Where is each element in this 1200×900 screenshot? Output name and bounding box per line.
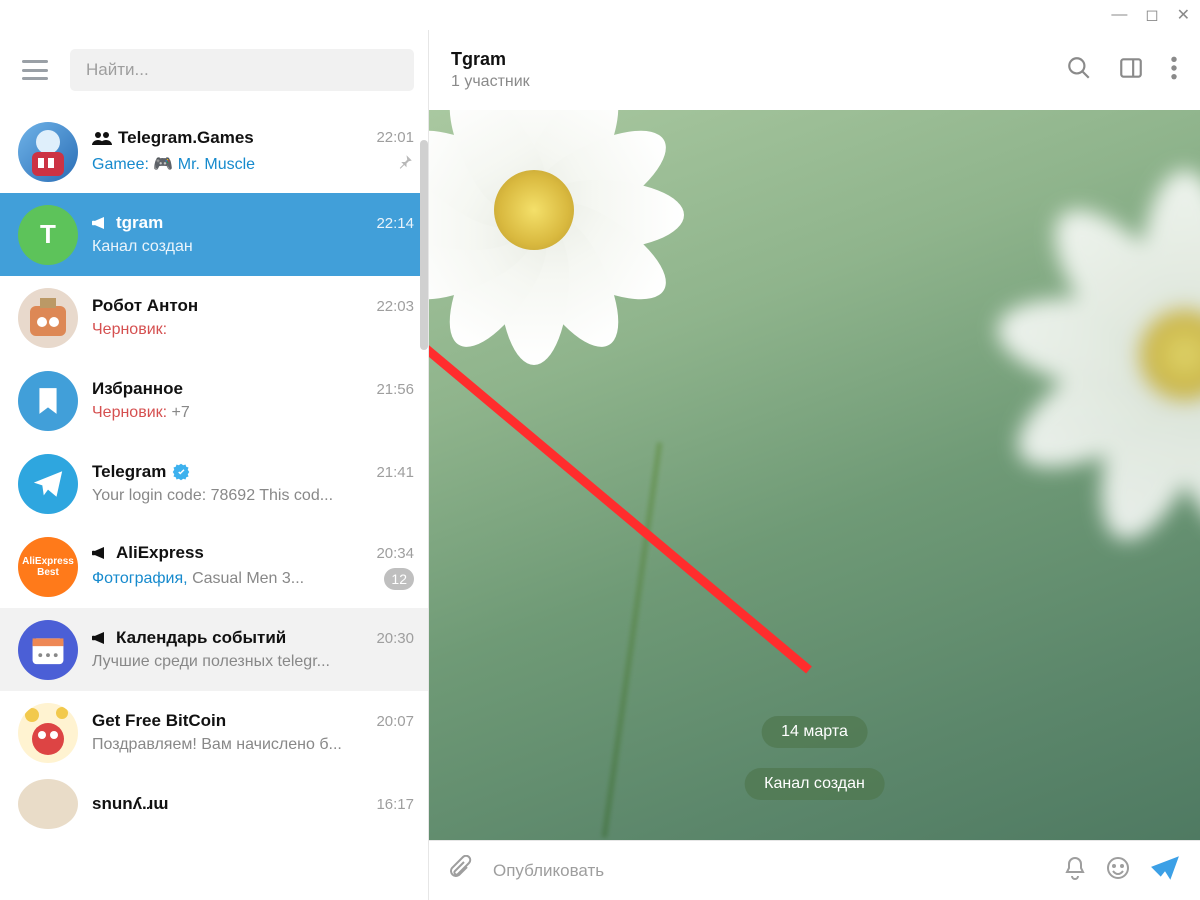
chat-title: Tgram bbox=[451, 49, 1040, 70]
chat-name: Get Free BitCoin bbox=[92, 711, 226, 731]
avatar bbox=[18, 288, 78, 348]
chat-item-tgram[interactable]: T tgram 22:14 Канал создан bbox=[0, 193, 428, 276]
chat-item-telegram[interactable]: Telegram 21:41 Your login code: 78692 Th… bbox=[0, 442, 428, 525]
chat-time: 22:14 bbox=[368, 215, 414, 232]
search-icon[interactable] bbox=[1066, 55, 1092, 86]
snippet-link: Mr. Muscle bbox=[178, 156, 255, 173]
chat-name: Telegram bbox=[92, 462, 166, 482]
chat-name: tgram bbox=[116, 213, 163, 233]
avatar bbox=[18, 703, 78, 763]
date-chip: 14 марта bbox=[761, 716, 868, 748]
minimize-button[interactable]: — bbox=[1111, 6, 1127, 24]
close-button[interactable]: ✕ bbox=[1177, 5, 1190, 25]
compose-input[interactable] bbox=[493, 861, 1044, 881]
avatar bbox=[18, 122, 78, 182]
megaphone-icon bbox=[92, 630, 110, 646]
avatar bbox=[18, 620, 78, 680]
avatar bbox=[18, 454, 78, 514]
chat-item-telegram-games[interactable]: Telegram.Games 22:01 Gamee: 🎮 Mr. Muscle bbox=[0, 110, 428, 193]
send-button[interactable] bbox=[1150, 855, 1180, 886]
chat-snippet: Лучшие среди полезных telegr... bbox=[92, 653, 330, 671]
chat-time: 20:34 bbox=[368, 545, 414, 562]
sidepanel-icon[interactable] bbox=[1118, 55, 1144, 86]
chat-name: Робот Антон bbox=[92, 296, 198, 316]
scrollbar[interactable] bbox=[420, 140, 428, 350]
draft-label: Черновик: bbox=[92, 404, 167, 421]
search-input[interactable] bbox=[70, 49, 414, 91]
more-icon[interactable] bbox=[1170, 55, 1178, 86]
chat-name: AliExpress bbox=[116, 543, 204, 563]
maximize-button[interactable]: ◻ bbox=[1145, 5, 1158, 25]
chat-item-snun[interactable]: snunʎ.ɹɯ 16:17 bbox=[0, 774, 428, 834]
unread-badge: 12 bbox=[384, 568, 414, 590]
chat-snippet: Casual Men 3... bbox=[192, 570, 304, 587]
chat-time: 16:17 bbox=[368, 796, 414, 813]
draft-label: Черновик: bbox=[92, 321, 167, 338]
attach-icon[interactable] bbox=[449, 855, 473, 886]
avatar bbox=[18, 371, 78, 431]
chat-item-robot-anton[interactable]: Робот Антон 22:03 Черновик: bbox=[0, 276, 428, 359]
conversation-pane: Tgram 1 участник bbox=[429, 30, 1200, 900]
avatar: AliExpress Best bbox=[18, 537, 78, 597]
pin-icon bbox=[396, 153, 414, 176]
chat-item-saved[interactable]: Избранное 21:56 Черновик: +7 bbox=[0, 359, 428, 442]
verified-icon bbox=[172, 463, 190, 481]
chat-time: 22:01 bbox=[368, 129, 414, 146]
chat-time: 20:07 bbox=[368, 713, 414, 730]
avatar: T bbox=[18, 205, 78, 265]
chat-name: snunʎ.ɹɯ bbox=[92, 794, 169, 814]
chat-time: 21:41 bbox=[368, 464, 414, 481]
emoji-icon[interactable] bbox=[1106, 856, 1130, 885]
chat-snippet: Your login code: 78692 This cod... bbox=[92, 487, 333, 505]
service-message: Канал создан bbox=[744, 768, 885, 800]
chat-name: Календарь событий bbox=[116, 628, 286, 648]
chat-time: 20:30 bbox=[368, 630, 414, 647]
compose-bar bbox=[429, 840, 1200, 900]
sidebar: Telegram.Games 22:01 Gamee: 🎮 Mr. Muscle… bbox=[0, 30, 429, 900]
chat-name: Избранное bbox=[92, 379, 183, 399]
chat-snippet: Поздравляем! Вам начислено б... bbox=[92, 736, 342, 754]
avatar bbox=[18, 779, 78, 829]
group-icon bbox=[92, 131, 112, 145]
draft-text: +7 bbox=[172, 404, 190, 421]
chat-snippet: Канал создан bbox=[92, 238, 193, 256]
chat-name: Telegram.Games bbox=[118, 128, 254, 148]
chat-time: 22:03 bbox=[368, 298, 414, 315]
chat-item-aliexpress[interactable]: AliExpress Best AliExpress 20:34 Фотогра… bbox=[0, 525, 428, 608]
chat-item-calendar[interactable]: Календарь событий 20:30 Лучшие среди пол… bbox=[0, 608, 428, 691]
snippet-link: Фотография, bbox=[92, 570, 188, 587]
megaphone-icon bbox=[92, 215, 110, 231]
window-controls: — ◻ ✕ bbox=[0, 0, 1200, 30]
conversation-header: Tgram 1 участник bbox=[429, 30, 1200, 110]
chat-area[interactable]: 14 марта Канал создан bbox=[429, 110, 1200, 840]
megaphone-icon bbox=[92, 545, 110, 561]
menu-button[interactable] bbox=[22, 60, 48, 80]
snippet-prefix: Gamee: bbox=[92, 156, 149, 173]
chat-subtitle: 1 участник bbox=[451, 73, 1040, 91]
chat-item-bitcoin[interactable]: Get Free BitCoin 20:07 Поздравляем! Вам … bbox=[0, 691, 428, 774]
notifications-icon[interactable] bbox=[1064, 856, 1086, 885]
chat-time: 21:56 bbox=[368, 381, 414, 398]
chat-title-block[interactable]: Tgram 1 участник bbox=[451, 49, 1040, 91]
chat-list: Telegram.Games 22:01 Gamee: 🎮 Mr. Muscle… bbox=[0, 110, 428, 900]
